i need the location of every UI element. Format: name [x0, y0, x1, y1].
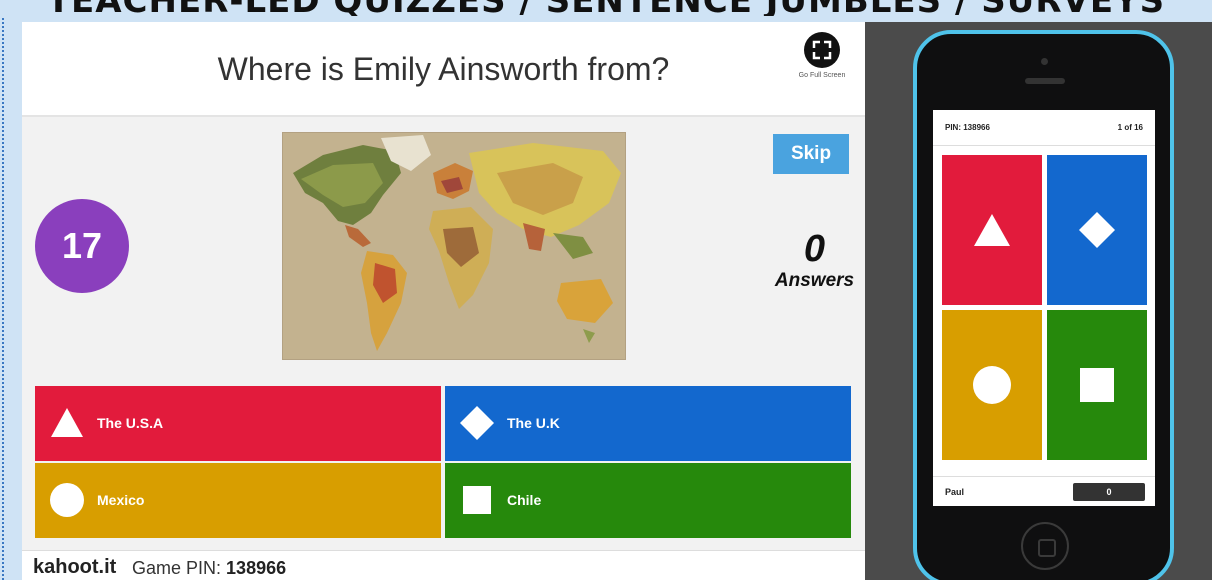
- game-pin: Game PIN: 138966: [132, 558, 286, 579]
- expand-icon: [804, 32, 840, 68]
- phone-status-bar: PIN: 138966 1 of 16: [933, 110, 1155, 146]
- host-screen: Where is Emily Ainsworth from? Go Full S…: [22, 22, 865, 580]
- dotted-border: [2, 18, 8, 580]
- site-link[interactable]: kahoot.it: [33, 556, 116, 579]
- phone-answer-blue[interactable]: [1047, 155, 1147, 305]
- diamond-icon: [1079, 212, 1115, 248]
- home-button[interactable]: [1021, 522, 1069, 570]
- answer-label: The U.S.A: [97, 415, 164, 431]
- game-pin-value: 138966: [226, 558, 287, 578]
- phone-answer-red[interactable]: [942, 155, 1042, 305]
- circle-icon: [50, 483, 84, 517]
- answer-option-blue[interactable]: The U.K: [445, 386, 851, 461]
- fullscreen-label: Go Full Screen: [798, 72, 846, 79]
- fullscreen-button[interactable]: Go Full Screen: [787, 32, 857, 92]
- circle-icon: [973, 366, 1011, 404]
- answers-counter: 0 Answers: [767, 228, 862, 292]
- camera-icon: [1041, 58, 1048, 65]
- answer-label: Mexico: [97, 492, 145, 508]
- phone-pin: PIN: 138966: [945, 123, 990, 132]
- countdown-timer: 17: [35, 199, 129, 293]
- answer-option-red[interactable]: The U.S.A: [35, 386, 441, 461]
- phone-answer-green[interactable]: [1047, 310, 1147, 460]
- player-name: Paul: [945, 487, 965, 497]
- answers-count-label: Answers: [774, 270, 855, 291]
- question-header: Where is Emily Ainsworth from? Go Full S…: [22, 22, 865, 117]
- phone-answer-yellow[interactable]: [942, 310, 1042, 460]
- phone-player-bar: Paul 0: [933, 476, 1155, 506]
- speaker-grille: [1025, 78, 1065, 84]
- triangle-icon: [974, 214, 1010, 246]
- banner-title: TEACHER-LED QUIZZES / SENTENCE JUMBLES /…: [0, 0, 1212, 16]
- square-icon: [1080, 368, 1114, 402]
- answer-option-yellow[interactable]: Mexico: [35, 463, 441, 538]
- answer-option-green[interactable]: Chile: [445, 463, 851, 538]
- phone-screen: PIN: 138966 1 of 16 Paul 0: [933, 110, 1155, 506]
- host-footer: kahoot.it Game PIN: 138966: [22, 550, 865, 580]
- skip-button[interactable]: Skip: [773, 134, 849, 174]
- question-text: Where is Emily Ainsworth from?: [217, 51, 670, 87]
- diamond-icon: [460, 406, 494, 440]
- answer-label: The U.K: [507, 415, 560, 431]
- game-pin-label: Game PIN:: [132, 558, 222, 578]
- triangle-icon: [51, 408, 83, 437]
- player-score: 0: [1073, 483, 1145, 501]
- square-icon: [463, 486, 491, 514]
- world-map-image: [282, 132, 626, 360]
- answers-count-value: 0: [803, 228, 826, 270]
- question-progress: 1 of 16: [1117, 123, 1143, 132]
- answer-label: Chile: [507, 492, 542, 508]
